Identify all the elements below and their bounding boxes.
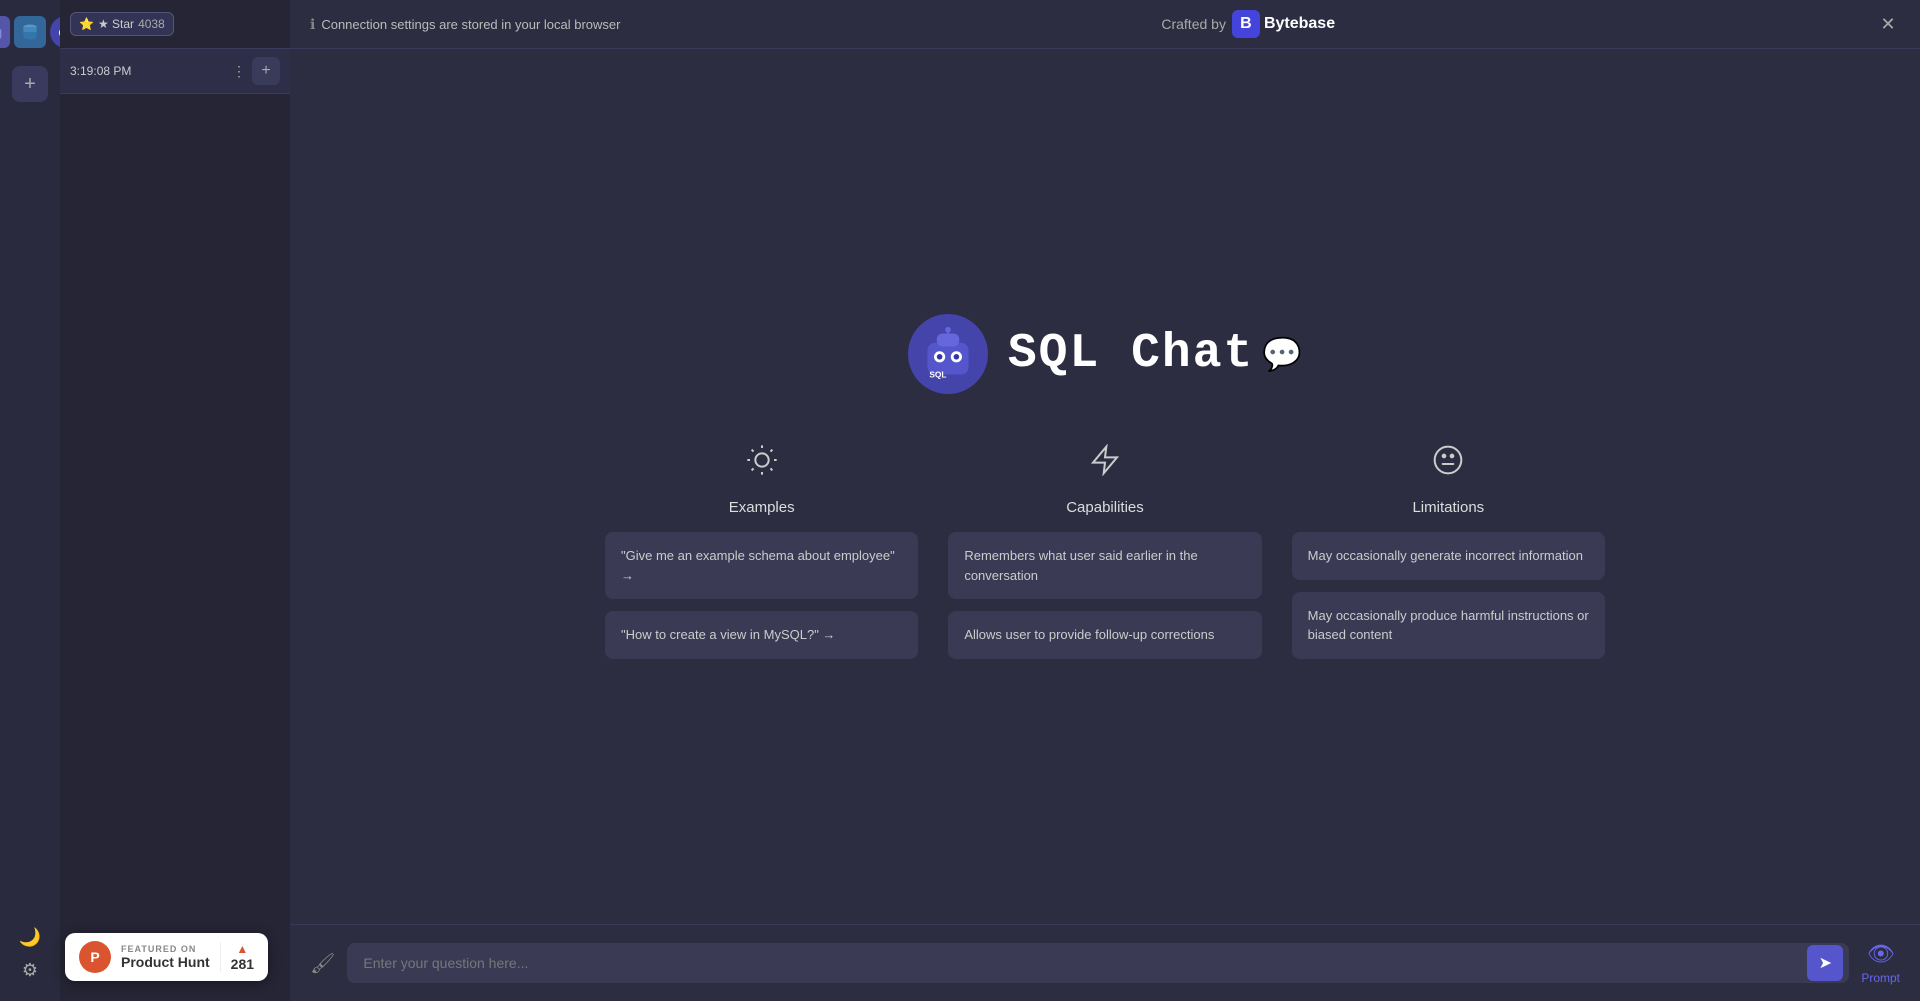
crafted-by-label: Crafted by B Bytebase [1161,10,1335,38]
session-menu-button[interactable]: ⋮ [232,63,246,80]
star-count: 4038 [138,17,165,31]
bot-avatar: SQL [908,314,988,394]
capability-card-2: Allows user to provide follow-up correct… [948,611,1261,659]
examples-icon [746,444,778,483]
limitations-title: Limitations [1412,499,1484,516]
close-button[interactable]: ✕ [1876,12,1900,36]
connection-notice: ℹ Connection settings are stored in your… [310,16,620,33]
chat-input[interactable] [347,943,1807,983]
product-hunt-badge[interactable]: P FEATURED ON Product Hunt ▲ 281 [65,933,268,981]
chat-area: SQL SQL Chat 💬 [290,49,1920,924]
sidebar: OC + 🌙 ⚙ [0,0,60,1001]
info-icon: ℹ [310,16,315,33]
ph-name: Product Hunt [121,954,210,970]
connection-notice-text: Connection settings are stored in your l… [321,17,620,32]
limitations-column: Limitations May occasionally generate in… [1292,444,1605,659]
brush-icon[interactable]: 🖌 [310,951,335,976]
nav-header: ⭐ ★ Star 4038 [60,0,290,49]
plus-icon: + [24,73,36,96]
example-card-1[interactable]: "Give me an example schema about employe… [605,532,918,599]
ph-featured-label: FEATURED ON [121,944,210,954]
session-tab[interactable]: 3:19:08 PM ⋮ + [60,49,290,94]
prompt-button[interactable]: 👁 Prompt [1861,941,1900,985]
ph-arrow-icon: ▲ [236,942,248,956]
add-tab-button[interactable]: + [252,57,280,85]
ph-number: 281 [231,956,254,972]
star-label: ★ Star [98,17,134,31]
chat-title-container: SQL Chat 💬 [1008,327,1302,381]
svg-text:SQL: SQL [929,370,946,380]
examples-title: Examples [729,499,795,516]
chat-title: SQL Chat [1008,327,1254,381]
github-star-button[interactable]: ⭐ ★ Star 4038 [70,12,174,36]
sidebar-db-icon[interactable] [14,16,46,48]
sidebar-add-button[interactable]: + [12,66,48,102]
capability-card-1: Remembers what user said earlier in the … [948,532,1261,599]
send-button[interactable]: ➤ [1807,945,1843,981]
chat-hero: SQL SQL Chat 💬 [908,314,1302,394]
ph-vote-count: ▲ 281 [220,942,254,972]
session-label: 3:19:08 PM [70,64,226,78]
example-card-2[interactable]: "How to create a view in MySQL?" → [605,611,918,659]
settings-button[interactable]: ⚙ [22,960,38,981]
bytebase-logo[interactable]: B Bytebase [1232,10,1335,38]
capabilities-column: Capabilities Remembers what user said ea… [948,444,1261,659]
bytebase-brand-name: Bytebase [1264,15,1335,33]
chat-input-container: ➤ [347,943,1849,983]
limitations-icon [1432,444,1464,483]
prompt-label: Prompt [1861,971,1900,985]
sidebar-robot-icon[interactable] [0,16,10,48]
top-bar: ℹ Connection settings are stored in your… [290,0,1920,49]
chat-bubble-icon: 💬 [1262,335,1302,373]
limitation-card-2: May occasionally produce harmful instruc… [1292,592,1605,659]
product-hunt-logo: P [79,941,111,973]
sidebar-bottom: 🌙 ⚙ [19,927,41,991]
nav-panel: ⭐ ★ Star 4038 3:19:08 PM ⋮ + [60,0,290,1001]
send-icon: ➤ [1819,953,1832,973]
star-icon: ⭐ [79,17,94,31]
main-content: ℹ Connection settings are stored in your… [290,0,1920,1001]
prompt-eye-icon: 👁 [1867,941,1895,967]
features-grid: Examples "Give me an example schema abou… [605,444,1605,659]
product-hunt-text: FEATURED ON Product Hunt [121,944,210,970]
capabilities-icon [1089,444,1121,483]
limitation-card-1: May occasionally generate incorrect info… [1292,532,1605,580]
examples-column: Examples "Give me an example schema abou… [605,444,918,659]
capabilities-title: Capabilities [1066,499,1144,516]
bytebase-b-icon: B [1232,10,1260,38]
bottom-bar: 🖌 ➤ 👁 Prompt [290,924,1920,1001]
ph-logo-letter: P [90,949,99,965]
theme-toggle-button[interactable]: 🌙 [19,927,41,948]
crafted-by-text: Crafted by [1161,16,1226,32]
